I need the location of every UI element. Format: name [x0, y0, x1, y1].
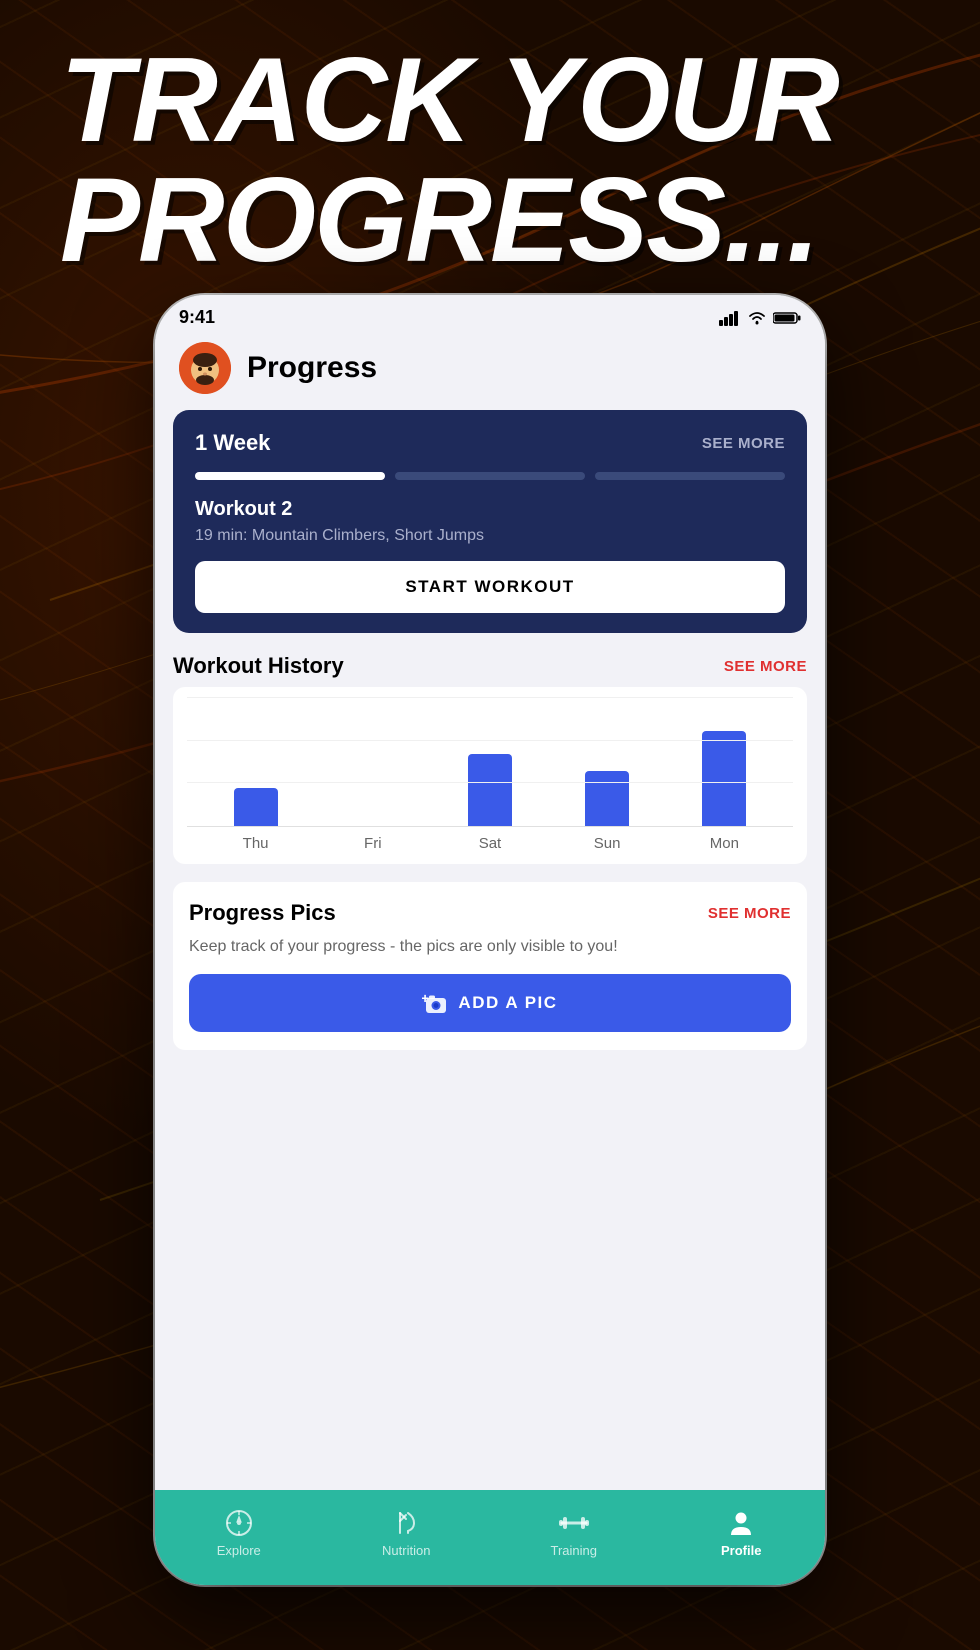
phone-content: 1 Week SEE MORE Workout 2 19 min: Mounta…: [155, 410, 825, 1560]
hero-line1: TRACK YOUR: [60, 40, 920, 160]
workout-history-see-more[interactable]: SEE MORE: [724, 658, 807, 675]
nav-label-explore: Explore: [217, 1543, 261, 1558]
status-bar: 9:41: [155, 295, 825, 334]
wifi-icon: [747, 310, 767, 326]
nutrition-icon: [390, 1507, 422, 1539]
nav-item-nutrition[interactable]: Nutrition: [323, 1507, 491, 1558]
camera-icon: +: [422, 992, 448, 1014]
progress-bar-filled: [195, 472, 385, 480]
bar-thu-fill: [234, 788, 278, 826]
nav-item-explore[interactable]: Explore: [155, 1507, 323, 1558]
week-card-header: 1 Week SEE MORE: [195, 430, 785, 456]
status-time: 9:41: [179, 307, 215, 328]
workout-history-title: Workout History: [173, 653, 344, 679]
explore-icon: [223, 1507, 255, 1539]
battery-icon: [773, 311, 801, 325]
chart-labels: Thu Fri Sat Sun Mon: [187, 827, 793, 852]
nav-item-training[interactable]: Training: [490, 1507, 658, 1558]
workout-history-header: Workout History SEE MORE: [173, 653, 807, 679]
bars-container: [187, 697, 793, 826]
progress-pics-description: Keep track of your progress - the pics a…: [189, 936, 791, 958]
workout-desc: 19 min: Mountain Climbers, Short Jumps: [195, 527, 785, 545]
nav-label-training: Training: [551, 1543, 597, 1558]
chart-label-thu: Thu: [234, 835, 278, 852]
nav-item-profile[interactable]: Profile: [658, 1507, 826, 1558]
chart-label-fri: Fri: [351, 835, 395, 852]
chart-area: Thu Fri Sat Sun Mon: [173, 687, 807, 864]
bar-sun-fill: [585, 771, 629, 826]
profile-icon: [725, 1507, 757, 1539]
add-pic-label: ADD A PIC: [458, 993, 557, 1013]
week-card: 1 Week SEE MORE Workout 2 19 min: Mounta…: [173, 410, 807, 633]
grid-line-mid1: [187, 740, 793, 741]
app-header: Progress: [155, 334, 825, 410]
hero-text: TRACK YOUR PROGRESS...: [60, 40, 920, 280]
chart-label-mon: Mon: [702, 835, 746, 852]
progress-pics-header: Progress Pics SEE MORE: [189, 900, 791, 926]
phone-mockup: 9:41: [155, 295, 825, 1585]
start-workout-button[interactable]: START WORKOUT: [195, 561, 785, 613]
avatar[interactable]: [179, 342, 231, 394]
nav-label-profile: Profile: [721, 1543, 761, 1558]
chart-label-sun: Sun: [585, 835, 629, 852]
bar-sat: [468, 754, 512, 826]
progress-pics-title: Progress Pics: [189, 900, 336, 926]
status-icons: [719, 310, 801, 326]
grid-line-mid2: [187, 782, 793, 783]
training-icon: [558, 1507, 590, 1539]
progress-bars: [195, 472, 785, 480]
chart-grid: [187, 697, 793, 827]
progress-bar-half-1: [395, 472, 585, 480]
hero-line2: PROGRESS...: [60, 160, 920, 280]
nav-label-nutrition: Nutrition: [382, 1543, 430, 1558]
progress-pics-see-more[interactable]: SEE MORE: [708, 905, 791, 922]
progress-bar-half-2: [595, 472, 785, 480]
bar-mon-fill: [702, 731, 746, 826]
progress-pics-section: Progress Pics SEE MORE Keep track of you…: [173, 882, 807, 1050]
workout-history-section: Workout History SEE MORE: [173, 653, 807, 864]
grid-line-top: [187, 697, 793, 698]
bar-sun: [585, 771, 629, 826]
chart-label-sat: Sat: [468, 835, 512, 852]
bottom-nav: Explore Nutrition: [155, 1490, 825, 1585]
signal-icon: [719, 310, 741, 326]
workout-name: Workout 2: [195, 498, 785, 521]
week-label: 1 Week: [195, 430, 270, 456]
page-title: Progress: [247, 351, 377, 385]
add-pic-button[interactable]: + ADD A PIC: [189, 974, 791, 1032]
bar-sat-fill: [468, 754, 512, 826]
bar-mon: [702, 731, 746, 826]
bar-thu: [234, 788, 278, 826]
week-see-more[interactable]: SEE MORE: [702, 435, 785, 452]
